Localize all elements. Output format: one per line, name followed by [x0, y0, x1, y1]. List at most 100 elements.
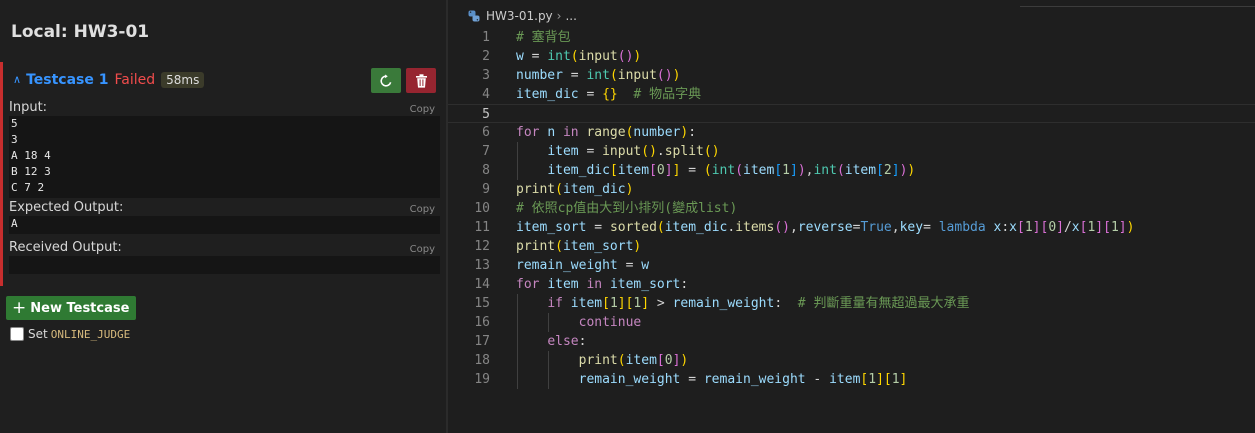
code-token: int: [711, 163, 736, 178]
code-token: if: [547, 296, 563, 311]
code-token: 1: [1110, 220, 1119, 235]
code-line[interactable]: 11 item_sort = sorted(item_dic.items(),re…: [448, 218, 1255, 237]
code-line[interactable]: 15 if item[1][1] > remain_weight: # 判斷重量…: [448, 294, 1255, 313]
code-token: in: [562, 125, 579, 140]
code-token: 1: [891, 372, 900, 387]
code-token: [: [602, 296, 610, 311]
code-line[interactable]: 10 # 依照cp值由大到小排列(變成list): [448, 199, 1255, 218]
code-line[interactable]: 17 else:: [448, 332, 1255, 351]
testcase-time-badge: 58ms: [161, 72, 205, 88]
code-lines[interactable]: 1 # 塞背包 2 w = int(input()) 3 number = int(inp…: [448, 28, 1255, 389]
panel-title: Local: HW3-01: [11, 22, 150, 42]
code-line[interactable]: 2 w = int(input()): [448, 47, 1255, 66]
code-token: -: [805, 372, 830, 387]
code-token: =: [586, 220, 610, 235]
code-text: # 依照cp值由大到小排列(變成list): [516, 199, 737, 218]
code-token: else: [547, 334, 579, 349]
code-token: ,: [789, 220, 798, 235]
line-number: 2: [482, 49, 490, 64]
code-line[interactable]: 18 print(item[0]): [448, 351, 1255, 370]
code-token: ]: [664, 163, 673, 178]
expected-output-value[interactable]: A: [9, 216, 440, 234]
code-token: # 物品字典: [633, 87, 702, 102]
code-token: ]: [876, 372, 884, 387]
code-text: if item[1][1] > remain_weight: # 判斷重量有無超…: [516, 294, 969, 313]
code-token: item_sort: [562, 239, 634, 254]
code-token: number: [633, 125, 681, 140]
code-token: ): [633, 49, 642, 64]
code-line[interactable]: 12 print(item_sort): [448, 237, 1255, 256]
code-line[interactable]: 1 # 塞背包: [448, 28, 1255, 47]
code-line[interactable]: 16 continue: [448, 313, 1255, 332]
copy-expected-button[interactable]: Copy: [410, 204, 435, 215]
code-token: =: [617, 258, 642, 273]
rerun-button[interactable]: [371, 68, 401, 93]
code-token: 0: [1048, 220, 1057, 235]
line-number: 18: [474, 353, 490, 368]
code-line[interactable]: 8 item_dic[item[0]] = (int(item[1]),int(…: [448, 161, 1255, 180]
code-token: [: [883, 372, 892, 387]
code-token: (: [555, 239, 563, 254]
code-token: =: [578, 144, 603, 159]
code-text: item_sort = sorted(item_dic.items(),reve…: [516, 218, 1134, 237]
indent-guide: [517, 142, 518, 180]
line-number: 7: [482, 144, 490, 159]
code-line[interactable]: 7 item = input().split(): [448, 142, 1255, 161]
code-token: [: [774, 163, 783, 178]
code-token: :: [774, 296, 798, 311]
code-token: w: [516, 49, 524, 64]
code-token: item_dic: [516, 87, 579, 102]
input-value[interactable]: 5 3 A 18 4 B 12 3 C 7 2: [9, 116, 440, 198]
code-token: print: [516, 239, 556, 254]
online-judge-checkbox[interactable]: [10, 327, 24, 341]
copy-received-button[interactable]: Copy: [410, 244, 435, 255]
code-line[interactable]: 6 for n in range(number):: [448, 123, 1255, 142]
code-token: split: [664, 144, 704, 159]
received-output-value[interactable]: [9, 256, 440, 274]
testcase-panel: Local: HW3-01 ∧ Testcase 1 Failed 58ms I…: [0, 0, 446, 433]
new-testcase-button[interactable]: + New Testcase: [6, 296, 137, 320]
code-text: number = int(input()): [516, 66, 680, 85]
code-token: 1: [1024, 220, 1033, 235]
code-token: (): [656, 68, 673, 83]
line-number: 11: [474, 220, 490, 235]
delete-testcase-button[interactable]: [406, 68, 436, 93]
line-number: 15: [474, 296, 490, 311]
testcase-header[interactable]: ∧ Testcase 1 Failed 58ms: [13, 70, 205, 90]
code-token: [: [1017, 220, 1025, 235]
code-token: ]: [891, 163, 900, 178]
code-token: =: [680, 163, 704, 178]
code-token: input: [578, 49, 618, 64]
tab-bar-border: [1020, 6, 1255, 7]
code-token: ]: [1095, 220, 1104, 235]
code-token: >: [649, 296, 673, 311]
code-token: # 塞背包: [516, 30, 571, 45]
chevron-up-icon[interactable]: ∧: [13, 73, 21, 86]
code-line[interactable]: 14 for item in item_sort:: [448, 275, 1255, 294]
code-line[interactable]: 3 number = int(input()): [448, 66, 1255, 85]
code-line[interactable]: 4 item_dic = {} # 物品字典: [448, 85, 1255, 104]
line-number: 1: [482, 30, 490, 45]
code-token: item: [844, 163, 877, 178]
code-token: =: [578, 87, 603, 102]
code-token: .: [727, 220, 736, 235]
code-line[interactable]: 13 remain_weight = w: [448, 256, 1255, 275]
code-text: item = input().split(): [516, 142, 719, 161]
code-line[interactable]: 19 remain_weight = remain_weight - item […: [448, 370, 1255, 389]
code-line[interactable]: 9 print(item_dic): [448, 180, 1255, 199]
code-token: item: [617, 163, 650, 178]
code-token: (: [735, 163, 744, 178]
code-editor[interactable]: HW3-01.py › ... 1 # 塞背包 2 w = int(input()) 3…: [448, 0, 1255, 433]
breadcrumb-more[interactable]: ...: [565, 9, 576, 23]
copy-input-button[interactable]: Copy: [410, 104, 435, 115]
breadcrumb-file[interactable]: HW3-01.py: [486, 9, 553, 23]
code-line[interactable]: 5: [448, 104, 1255, 123]
code-token: for: [516, 277, 540, 292]
testcase-name[interactable]: Testcase 1: [26, 72, 108, 88]
code-token: /: [1063, 220, 1072, 235]
code-text: print(item[0]): [516, 351, 689, 370]
set-label: Set: [28, 327, 48, 341]
